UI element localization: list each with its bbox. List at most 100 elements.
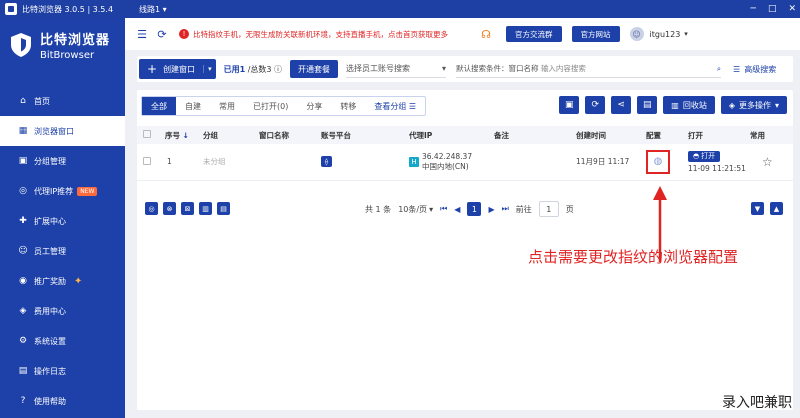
sidebar-item-proxy[interactable]: ◎ 代理IP推荐 NEW [0,176,125,206]
table-tools: ▣ ⟳ ⋖ ▤ ▥ 回收站 ◈ 更多操作 ▾ [559,96,787,114]
col-platform: 账号平台 [321,126,409,144]
list-icon: ☰ [408,101,417,111]
star-icon[interactable]: ☆ [762,155,773,169]
advanced-search-button[interactable]: ☰ 高级搜索 [733,64,776,75]
sidebar-item-group[interactable]: ▣ 分组管理 [0,146,125,176]
create-dropdown-chevron-icon[interactable]: ▾ [203,65,216,73]
total-count: 共 1 条 [365,204,392,214]
tab-view-group[interactable]: 查看分组 ☰ [365,97,425,115]
fee-icon: ◈ [19,306,27,316]
top-header: ☰ ⟳ ! 比特指纹手机，无限生成防关联新机环境，支持直播手机，点击首页获取更多… [125,18,800,50]
sidebar-item-help[interactable]: ? 使用帮助 [0,386,125,416]
close-icon[interactable]: ✕ [788,4,796,14]
exchange-group-button[interactable]: 官方交流群 [506,26,562,42]
sidebar-item-settings[interactable]: ⚙ 系统设置 [0,326,125,356]
batch-delete-icon[interactable]: ▤ [217,202,230,215]
refresh-icon[interactable]: ⟳ [155,27,169,41]
chevron-down-icon: ▾ [429,204,434,214]
open-package-button[interactable]: 开通套餐 [290,60,339,78]
group-icon: ▣ [18,156,28,166]
sidebar-item-fee[interactable]: ◈ 费用中心 [0,296,125,326]
open-browser-button[interactable]: ◓ 打开 [688,150,721,162]
column-settings-icon[interactable]: ▤ [637,96,658,114]
headset-icon[interactable]: ☊ [478,26,494,42]
avatar[interactable]: ☺ [629,27,644,41]
select-all-checkbox[interactable] [143,130,151,138]
row-checkbox[interactable] [143,156,151,165]
app-icon [5,3,17,15]
route-selector[interactable]: 线路1 ▾ [139,4,167,15]
notice-alert-icon: ! [179,29,189,39]
chevron-down-icon: ▾ [774,100,779,110]
filter-tabs: 全部 自建 常用 已打开(0) 分享 转移 查看分组 ☰ [141,96,427,116]
sidebar-item-home[interactable]: ⌂ 首页 [0,86,125,116]
prev-page-icon[interactable]: ◀ [454,205,460,214]
user-name[interactable]: itgu123 [650,30,681,39]
search-icon[interactable]: ⌕ [717,64,721,74]
tab-all[interactable]: 全部 [142,97,176,115]
next-page-icon[interactable]: ▶ [488,205,494,214]
annotation-text: 点击需要更改指纹的浏览器配置 [528,248,739,266]
maximize-icon[interactable]: □ [768,4,777,14]
proxy-icon: ◎ [19,186,27,196]
trash-icon: ▥ [671,100,679,110]
row-ip-region: 中国内地(CN) [422,161,469,171]
share-icon[interactable]: ⋖ [611,96,632,114]
minimize-icon[interactable]: ─ [751,4,756,14]
pagination: 共 1 条 10条/页 ▾ ⏮ ◀ 1 ▶ ⏭ 前往 1 页 [365,201,574,217]
chevron-down-icon[interactable]: ▾ [684,30,688,38]
usage-count: 已用1 /总数3 ⓘ [223,64,283,74]
more-actions-button[interactable]: ◈ 更多操作 ▾ [720,96,787,114]
tab-self-built[interactable]: 自建 [176,97,210,115]
link-icon[interactable]: ⟠ [321,156,332,168]
new-badge: NEW [77,186,98,196]
row-group: 未分组 [203,144,259,181]
last-page-icon[interactable]: ⏭ [502,204,509,214]
tab-opened[interactable]: 已打开(0) [244,97,297,115]
tab-shared[interactable]: 分享 [297,97,331,115]
info-icon: ⓘ [274,64,283,74]
sidebar-item-staff[interactable]: ☺ 员工管理 [0,236,125,266]
staff-account-select[interactable]: 选择员工账号搜索 ▾ [346,60,447,78]
notice-text[interactable]: 比特指纹手机，无限生成防关联新机环境，支持直播手机，点击首页获取更多 [193,29,448,40]
title-bar: 比特浏览器 3.0.5 | 3.5.4 线路1 ▾ ─ □ ✕ [0,0,800,18]
window-grid-icon: ▦ [18,126,28,136]
table-row[interactable]: 1 未分组 ⟠ H 36.42.248.37 中国内地(CN) 11月9日 11… [137,144,793,181]
expand-collapse-controls: ▼ ▲ [751,202,783,215]
watermark-text: 录入吧兼职 [722,395,792,411]
current-page[interactable]: 1 [467,202,482,216]
goto-page-input[interactable]: 1 [538,201,559,217]
col-config: 配置 [646,126,688,144]
batch-close-icon[interactable]: ⊗ [163,202,176,215]
plus-icon: + [147,62,158,76]
sidebar-item-browser-window[interactable]: ▦ 浏览器窗口 [0,116,125,146]
refresh-icon[interactable]: ⟳ [585,96,606,114]
recycle-bin-button[interactable]: ▥ 回收站 [663,96,715,114]
official-site-button[interactable]: 官方网站 [571,26,620,42]
fingerprint-config-icon[interactable]: ◍ [646,149,670,174]
batch-clear-icon[interactable]: ⊠ [181,202,194,215]
batch-archive-icon[interactable]: ▥ [199,202,212,215]
col-index[interactable]: 序号 ↓ [165,126,203,144]
collapse-menu-icon[interactable]: ☰ [135,27,149,41]
create-window-button[interactable]: + 创建窗口 ▾ [139,59,216,79]
save-icon[interactable]: ▣ [559,96,580,114]
chevron-down-icon[interactable]: ▼ [751,202,764,215]
tab-frequent[interactable]: 常用 [210,97,244,115]
search-input[interactable]: 默认搜索条件：窗口名称 输入内容搜索 ⌕ [456,60,722,78]
first-page-icon[interactable]: ⏮ [440,204,447,214]
chevron-up-icon[interactable]: ▲ [770,202,783,215]
chevron-down-icon: ▾ [442,64,447,73]
row-window-name [259,144,321,181]
row-open-time: 11-09 11:21:51 [688,163,746,173]
page-size-select[interactable]: 10条/页 ▾ [398,204,433,215]
tab-transfer[interactable]: 转移 [331,97,365,115]
reward-icon: ◉ [19,276,27,286]
sidebar: 比特浏览器 BitBrowser ⌂ 首页 ▦ 浏览器窗口 ▣ 分组管理 ◎ 代理IP推… [0,18,125,418]
batch-open-icon[interactable]: ◎ [145,202,158,215]
help-icon: ? [20,396,26,406]
sidebar-item-reward[interactable]: ◉ 推广奖励 ✦ [0,266,125,296]
sidebar-item-log[interactable]: ▤ 操作日志 [0,356,125,386]
layers-icon: ◈ [728,100,735,110]
sidebar-item-extension[interactable]: ✚ 扩展中心 [0,206,125,236]
